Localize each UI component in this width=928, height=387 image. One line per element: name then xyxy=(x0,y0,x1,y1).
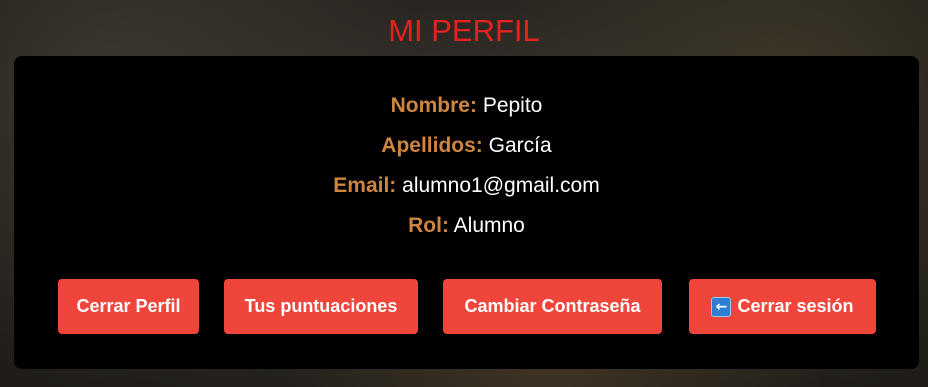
scores-button[interactable]: Tus puntuaciones xyxy=(224,279,418,334)
action-buttons: Cerrar Perfil Tus puntuaciones Cambiar C… xyxy=(14,279,919,334)
surname-value: García xyxy=(488,134,552,157)
email-value: alumno1@gmail.com xyxy=(402,174,600,197)
role-label: Rol: xyxy=(408,214,449,237)
logout-button[interactable]: ← Cerrar sesión xyxy=(689,279,876,334)
role-value: Alumno xyxy=(453,214,525,237)
name-label: Nombre: xyxy=(390,94,477,117)
page-title: MI PERFIL xyxy=(388,13,540,48)
close-profile-button[interactable]: Cerrar Perfil xyxy=(58,279,199,334)
left-arrow-icon: ← xyxy=(711,296,732,317)
name-value: Pepito xyxy=(482,94,543,117)
email-label: Email: xyxy=(333,174,397,197)
profile-row-role: Rol: Alumno xyxy=(14,206,919,246)
logout-button-label: Cerrar sesión xyxy=(737,296,854,316)
profile-info: Nombre: Pepito Apellidos: García Email: … xyxy=(14,86,919,246)
profile-row-email: Email: alumno1@gmail.com xyxy=(14,166,919,206)
profile-row-surname: Apellidos: García xyxy=(14,126,919,166)
change-password-button[interactable]: Cambiar Contraseña xyxy=(443,279,662,334)
surname-label: Apellidos: xyxy=(381,134,483,157)
profile-card: Nombre: Pepito Apellidos: García Email: … xyxy=(14,56,919,369)
profile-row-name: Nombre: Pepito xyxy=(14,86,919,126)
